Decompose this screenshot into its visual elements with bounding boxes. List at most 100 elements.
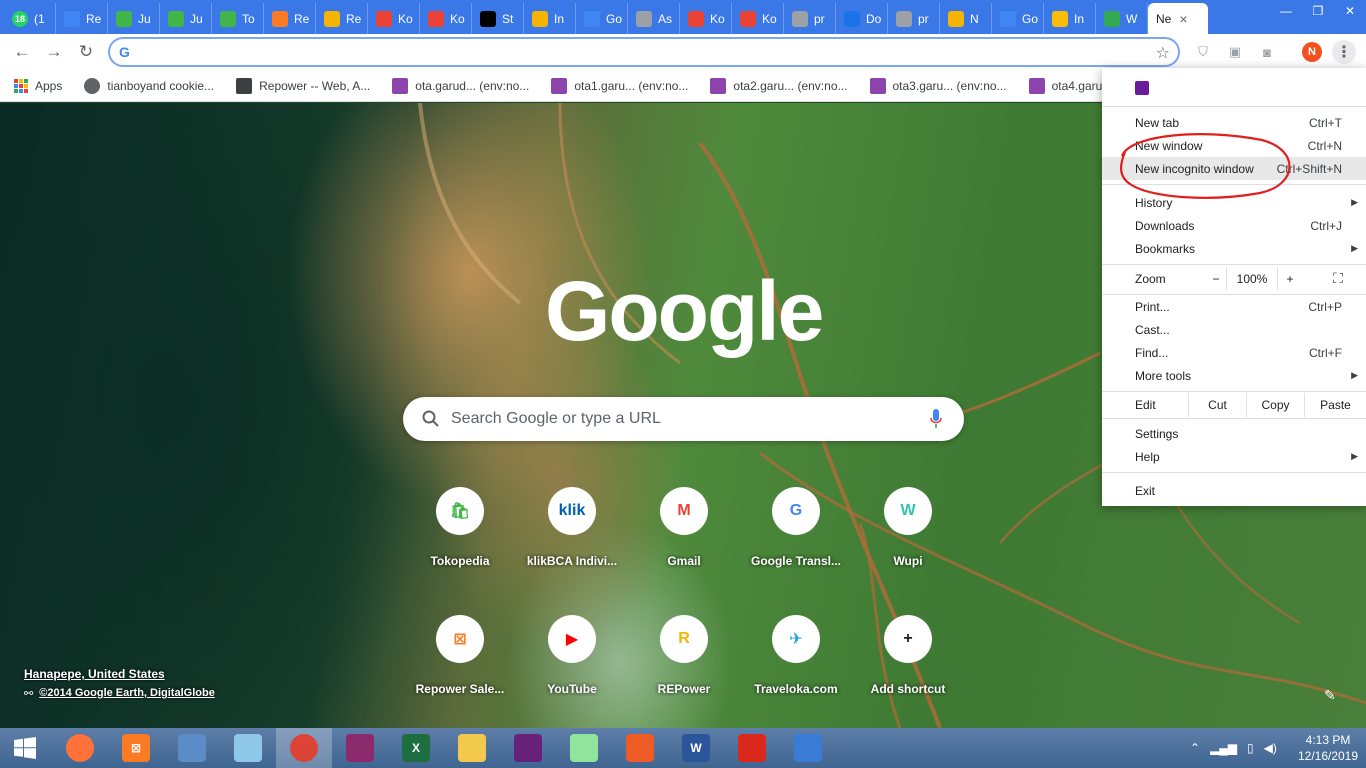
- shortcut-tile[interactable]: M Gmail: [628, 471, 740, 583]
- restore-button[interactable]: ❐: [1302, 0, 1334, 22]
- taskbar-app-file-explorer[interactable]: [444, 728, 500, 768]
- menu-print[interactable]: Print... Ctrl+P: [1102, 295, 1366, 318]
- shortcut-tile[interactable]: ✈ Traveloka.com: [740, 599, 852, 711]
- bookmark-item[interactable]: tianboyand cookie...: [84, 77, 214, 94]
- taskbar-app-chrome[interactable]: [276, 728, 332, 768]
- bookmark-item[interactable]: ota3.garu... (env:no...: [869, 77, 1007, 94]
- extension-shield-icon[interactable]: ⛉: [1194, 43, 1212, 61]
- menu-copy-button[interactable]: Copy: [1246, 393, 1304, 417]
- taskbar-app-notepad[interactable]: [220, 728, 276, 768]
- browser-tab[interactable]: As: [628, 3, 680, 34]
- menu-settings[interactable]: Settings: [1102, 422, 1366, 445]
- taskbar-app-mysql-workbench[interactable]: [164, 728, 220, 768]
- menu-paste-button[interactable]: Paste: [1304, 393, 1366, 417]
- menu-history[interactable]: History ▶: [1102, 191, 1366, 214]
- browser-tab[interactable]: St: [472, 3, 524, 34]
- menu-help[interactable]: Help ▶: [1102, 445, 1366, 468]
- reload-button[interactable]: ↻: [74, 40, 98, 64]
- shortcut-tile[interactable]: G Google Transl...: [740, 471, 852, 583]
- zoom-in-button[interactable]: +: [1278, 267, 1302, 290]
- shortcut-tile[interactable]: R REPower: [628, 599, 740, 711]
- browser-tab[interactable]: To: [212, 3, 264, 34]
- bookmark-item[interactable]: ota2.garu... (env:no...: [710, 77, 848, 94]
- menu-exit[interactable]: Exit: [1102, 479, 1366, 502]
- browser-tab[interactable]: Re: [316, 3, 368, 34]
- taskbar-app-fortinet[interactable]: [724, 728, 780, 768]
- chevron-up-icon[interactable]: ⌃: [1190, 741, 1200, 755]
- menu-new-window[interactable]: New window Ctrl+N: [1102, 134, 1366, 157]
- taskbar-app-remote-desktop[interactable]: [780, 728, 836, 768]
- extension-icon[interactable]: [1135, 81, 1149, 95]
- browser-tab[interactable]: Go: [576, 3, 628, 34]
- browser-tab[interactable]: pr: [888, 3, 940, 34]
- browser-tab[interactable]: In: [1044, 3, 1096, 34]
- ntp-search-input[interactable]: [451, 409, 911, 429]
- menu-bookmarks[interactable]: Bookmarks ▶: [1102, 237, 1366, 260]
- menu-new-tab[interactable]: New tab Ctrl+T: [1102, 111, 1366, 134]
- extension-pdf-icon[interactable]: ▣: [1226, 43, 1244, 61]
- menu-new-incognito-window[interactable]: New incognito window Ctrl+Shift+N: [1102, 157, 1366, 180]
- network-icon[interactable]: ▂▄▆: [1210, 741, 1237, 755]
- browser-tab[interactable]: In: [524, 3, 576, 34]
- shortcut-tile[interactable]: ▶ YouTube: [516, 599, 628, 711]
- taskbar-app-postman[interactable]: [612, 728, 668, 768]
- customize-pencil-icon[interactable]: ✎: [1324, 687, 1342, 705]
- browser-tab[interactable]: Go: [992, 3, 1044, 34]
- menu-cut-button[interactable]: Cut: [1188, 393, 1246, 417]
- menu-find[interactable]: Find... Ctrl+F: [1102, 341, 1366, 364]
- background-location-link[interactable]: Hanapepe, United States: [24, 667, 165, 681]
- close-window-button[interactable]: ✕: [1334, 0, 1366, 22]
- browser-tab[interactable]: Ko: [680, 3, 732, 34]
- extension-camera-icon[interactable]: ◙: [1258, 43, 1276, 61]
- taskbar-app-xampp[interactable]: ⊠: [108, 728, 164, 768]
- taskbar-clock[interactable]: 4:13 PM 12/16/2019: [1296, 732, 1360, 764]
- bookmark-item[interactable]: Repower -- Web, A...: [236, 77, 370, 94]
- taskbar-app-word[interactable]: W: [668, 728, 724, 768]
- volume-icon[interactable]: ◀): [1264, 741, 1277, 755]
- browser-tab[interactable]: Ko: [732, 3, 784, 34]
- background-attribution[interactable]: ⚯ ©2014 Google Earth, DigitalGlobe: [24, 687, 215, 700]
- shortcut-tile[interactable]: ⊠ Repower Sale...: [404, 599, 516, 711]
- bookmark-item[interactable]: ota1.garu... (env:no...: [551, 77, 688, 94]
- taskbar-app-visual-studio[interactable]: [500, 728, 556, 768]
- address-bar[interactable]: G ☆: [108, 37, 1180, 67]
- microphone-icon[interactable]: [929, 407, 943, 431]
- shortcut-tile[interactable]: + Add shortcut: [852, 599, 964, 711]
- taskbar-app-excel[interactable]: X: [388, 728, 444, 768]
- battery-icon[interactable]: ▯: [1247, 741, 1254, 755]
- bookmark-item[interactable]: ota.garud... (env:no...: [392, 77, 529, 94]
- browser-tab[interactable]: Ju: [108, 3, 160, 34]
- forward-button[interactable]: →: [42, 40, 66, 64]
- browser-tab[interactable]: Ju: [160, 3, 212, 34]
- taskbar-app-notepad-plus-plus[interactable]: [556, 728, 612, 768]
- browser-tab[interactable]: N: [940, 3, 992, 34]
- back-button[interactable]: ←: [10, 40, 34, 64]
- menu-downloads[interactable]: Downloads Ctrl+J: [1102, 214, 1366, 237]
- zoom-out-button[interactable]: −: [1206, 267, 1226, 290]
- fullscreen-icon[interactable]: ⛶: [1328, 267, 1348, 290]
- minimize-button[interactable]: —: [1270, 0, 1302, 22]
- shortcut-tile[interactable]: klik klikBCA Indivi...: [516, 471, 628, 583]
- start-button[interactable]: [0, 728, 50, 768]
- browser-tab[interactable]: 18 (1: [4, 3, 56, 34]
- shortcut-tile[interactable]: 🛍 Tokopedia: [404, 471, 516, 583]
- menu-more-tools[interactable]: More tools ▶: [1102, 364, 1366, 387]
- new-tab-button[interactable]: +: [1188, 5, 1212, 29]
- taskbar-app-winrar[interactable]: [332, 728, 388, 768]
- taskbar-app-firefox[interactable]: [52, 728, 108, 768]
- browser-tab[interactable]: Re: [56, 3, 108, 34]
- browser-tab[interactable]: Re: [264, 3, 316, 34]
- browser-tab[interactable]: Ko: [420, 3, 472, 34]
- bookmark-star-icon[interactable]: ☆: [1156, 43, 1170, 63]
- browser-tab[interactable]: Ko: [368, 3, 420, 34]
- shortcut-tile[interactable]: W Wupi: [852, 471, 964, 583]
- browser-tab[interactable]: pr: [784, 3, 836, 34]
- bookmark-item[interactable]: Apps: [14, 78, 62, 93]
- address-input[interactable]: [142, 43, 1142, 61]
- profile-avatar[interactable]: N: [1302, 42, 1322, 62]
- menu-cast[interactable]: Cast...: [1102, 318, 1366, 341]
- browser-tab[interactable]: W: [1096, 3, 1148, 34]
- close-tab-icon[interactable]: ×: [1179, 11, 1187, 27]
- browser-tab[interactable]: Do: [836, 3, 888, 34]
- ntp-search-box[interactable]: [403, 397, 964, 441]
